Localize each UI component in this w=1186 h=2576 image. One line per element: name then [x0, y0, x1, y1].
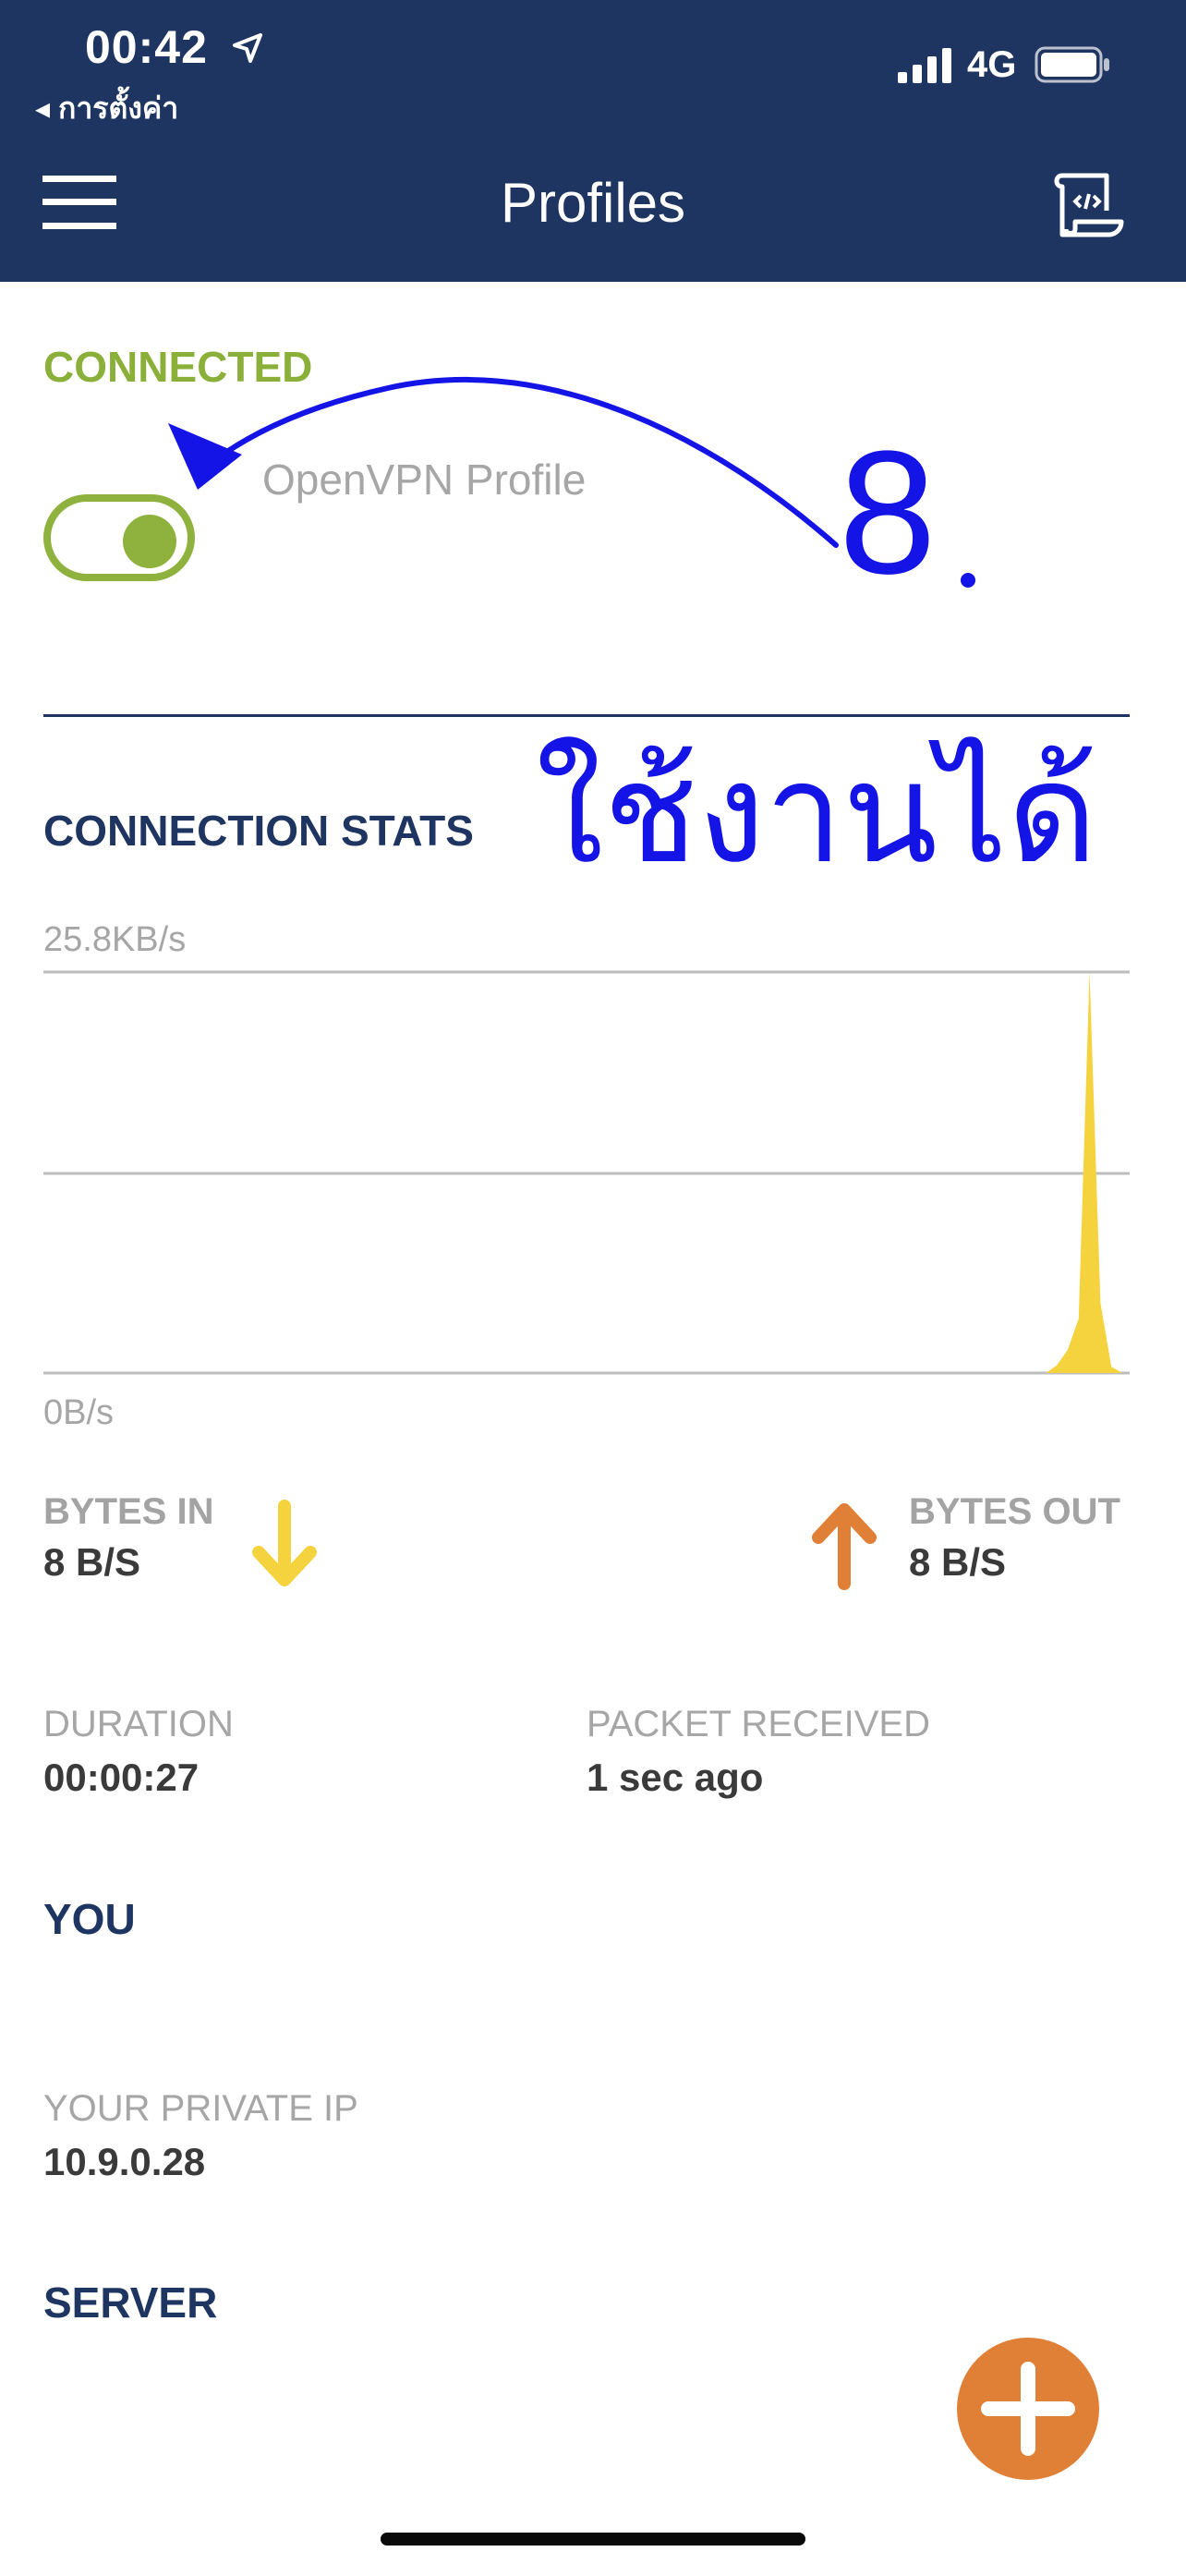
- arrow-up-icon: [812, 1503, 877, 1590]
- annotation-step-dot: [961, 573, 975, 588]
- packet-received-label: PACKET RECEIVED: [587, 1704, 930, 1744]
- chart-y-min-label: 0B/s: [43, 1393, 115, 1432]
- bytes-out-label: BYTES OUT: [909, 1491, 1120, 1532]
- add-profile-button[interactable]: [957, 2338, 1099, 2480]
- annotation-step-number: 8: [839, 415, 937, 611]
- private-ip-label: YOUR PRIVATE IP: [43, 2088, 358, 2129]
- packet-received-value: 1 sec ago: [587, 1756, 764, 1799]
- bytes-out-value: 8 B/S: [909, 1540, 1007, 1584]
- plus-icon: [981, 2362, 1075, 2456]
- you-section-title: YOU: [43, 1895, 136, 1943]
- server-section-title: SERVER: [43, 2278, 218, 2327]
- annotation-arrow: [168, 377, 839, 548]
- traffic-chart: [43, 970, 1130, 1375]
- duration-value: 00:00:27: [43, 1756, 200, 1799]
- bytes-in-label: BYTES IN: [43, 1491, 214, 1532]
- connection-stats-title: CONNECTION STATS: [43, 807, 474, 855]
- home-indicator: [381, 2533, 805, 2546]
- arrow-down-icon: [252, 1500, 317, 1586]
- bytes-in-value: 8 B/S: [43, 1540, 141, 1584]
- duration-label: DURATION: [43, 1704, 234, 1744]
- annotation-thai-text: ใช้งานได้: [536, 735, 1097, 891]
- private-ip-value: 10.9.0.28: [43, 2140, 206, 2183]
- chart-y-max-label: 25.8KB/s: [43, 920, 187, 959]
- divider: [43, 714, 1130, 717]
